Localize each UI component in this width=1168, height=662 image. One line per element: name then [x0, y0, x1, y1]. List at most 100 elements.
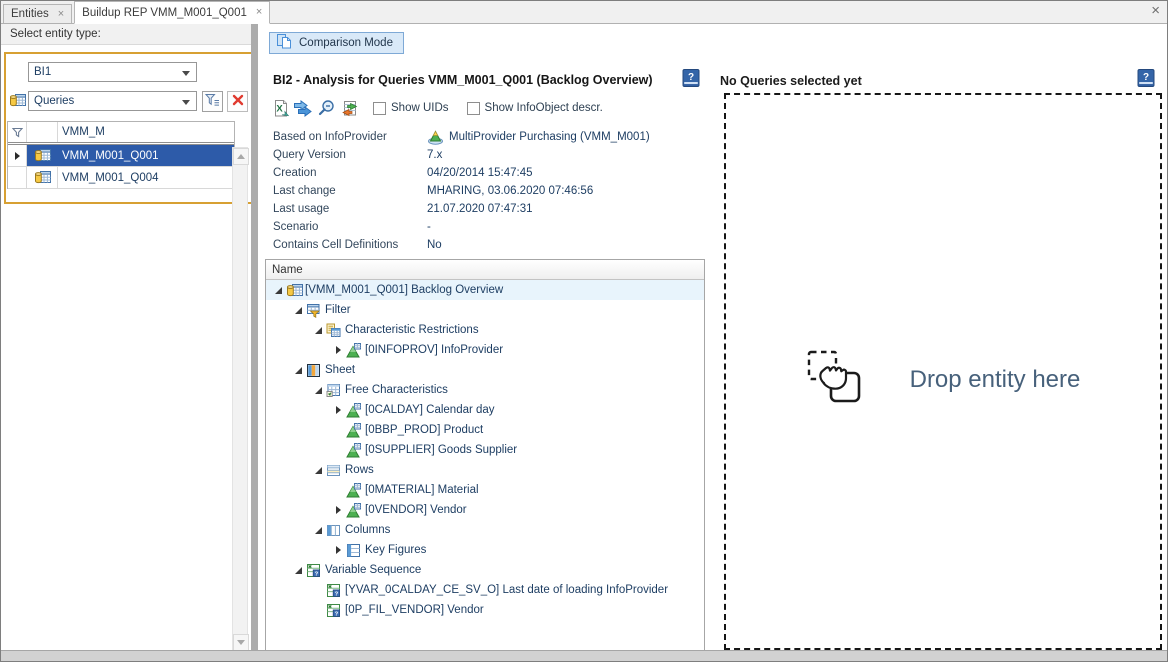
- tree-node-columns[interactable]: Columns: [266, 520, 704, 540]
- show-uids-checkbox[interactable]: [373, 102, 386, 115]
- entity-selection-highlight-box: BI1 Queries: [4, 52, 254, 204]
- drag-drop-icon: [806, 349, 870, 410]
- compare-arrows-icon[interactable]: [292, 98, 314, 118]
- select-entity-type-label: Select entity type:: [10, 28, 101, 40]
- analysis-panel: Comparison Mode BI2 - Analysis for Queri…: [258, 23, 1166, 653]
- property-label: Query Version: [273, 149, 427, 161]
- tab-label: Buildup REP VMM_M001_Q001: [82, 7, 247, 19]
- tab-close-icon[interactable]: ×: [256, 7, 262, 18]
- tree-node-sheet[interactable]: Sheet: [266, 360, 704, 380]
- tree-node-free-characteristics[interactable]: Free Characteristics: [266, 380, 704, 400]
- triangle-up-icon: [237, 154, 245, 159]
- expander-icon[interactable]: [331, 506, 346, 514]
- expander-icon[interactable]: [311, 527, 326, 534]
- scroll-down-button[interactable]: [233, 634, 249, 651]
- infoobject-icon: [346, 483, 364, 498]
- infoobject-icon: [346, 443, 364, 458]
- entity-row-label: VMM_M001_Q001: [58, 145, 234, 166]
- tree-node-label: [YVAR_0CALDAY_CE_SV_O] Last date of load…: [344, 584, 668, 596]
- help-icon[interactable]: ?: [1137, 69, 1155, 87]
- system-dropdown-value: BI1: [34, 66, 51, 78]
- expander-icon[interactable]: [291, 367, 306, 374]
- expander-icon[interactable]: [291, 307, 306, 314]
- tree-node-vendor[interactable]: [0VENDOR] Vendor: [266, 500, 704, 520]
- filter-cell[interactable]: [27, 122, 58, 142]
- svg-text:?: ?: [1143, 72, 1149, 83]
- tree-node-calday[interactable]: [0CALDAY] Calendar day: [266, 400, 704, 420]
- help-icon[interactable]: ?: [682, 69, 700, 87]
- tree-node-variable-vendor[interactable]: ? [0P_FIL_VENDOR] Vendor: [266, 600, 704, 620]
- comparison-mode-button[interactable]: Comparison Mode: [269, 32, 404, 54]
- tree-node-product[interactable]: [0BBP_PROD] Product: [266, 420, 704, 440]
- entity-row[interactable]: VMM_M001_Q004: [8, 167, 234, 189]
- expander-icon[interactable]: [331, 346, 346, 354]
- tree-node-label: [0VENDOR] Vendor: [364, 504, 467, 516]
- columns-icon: [326, 523, 344, 538]
- property-label: Last usage: [273, 203, 427, 215]
- entity-row-selected[interactable]: VMM_M001_Q001: [8, 145, 234, 167]
- tree-node-label: Variable Sequence: [324, 564, 421, 576]
- close-icon[interactable]: ×: [1151, 3, 1160, 18]
- tab-entities[interactable]: Entities ×: [3, 4, 72, 23]
- property-value: MultiProvider Purchasing (VMM_M001): [449, 131, 650, 143]
- export-excel-icon[interactable]: X: [269, 98, 291, 118]
- left-panel-scrollbar[interactable]: [232, 147, 248, 652]
- tree-node-key-figures[interactable]: Key Figures: [266, 540, 704, 560]
- tree-node-material[interactable]: [0MATERIAL] Material: [266, 480, 704, 500]
- rows-icon: [326, 463, 344, 478]
- free-characteristics-icon: [326, 383, 344, 398]
- multiprovider-icon: [427, 130, 444, 145]
- tree-node-supplier[interactable]: [0SUPPLIER] Goods Supplier: [266, 440, 704, 460]
- swap-document-icon[interactable]: [338, 98, 360, 118]
- expander-icon[interactable]: [271, 287, 286, 294]
- property-value: 7.x: [427, 149, 442, 161]
- filter-settings-button[interactable]: [202, 91, 223, 112]
- show-infoobject-descr-checkbox[interactable]: [467, 102, 480, 115]
- property-label: Contains Cell Definitions: [273, 239, 427, 251]
- zoom-out-icon[interactable]: [315, 98, 337, 118]
- query-icon: [27, 167, 58, 188]
- row-indicator-icon: [8, 145, 27, 166]
- tree-node-query[interactable]: [VMM_M001_Q001] Backlog Overview: [266, 280, 704, 300]
- drop-entity-zone[interactable]: Drop entity here: [724, 93, 1162, 650]
- tree-node-char-restrictions[interactable]: Characteristic Restrictions: [266, 320, 704, 340]
- expander-icon[interactable]: [291, 567, 306, 574]
- property-value: MHARING, 03.06.2020 07:46:56: [427, 185, 593, 197]
- entity-type-dropdown[interactable]: Queries: [28, 91, 197, 111]
- property-value: No: [427, 239, 442, 251]
- variable-icon: ?: [326, 603, 344, 618]
- tree-node-rows[interactable]: Rows: [266, 460, 704, 480]
- panel-splitter[interactable]: [251, 23, 258, 653]
- tab-close-icon[interactable]: ×: [58, 9, 64, 20]
- tree-node-label: [VMM_M001_Q001] Backlog Overview: [304, 284, 503, 296]
- analysis-title: BI2 - Analysis for Queries VMM_M001_Q001…: [273, 73, 653, 87]
- svg-text:?: ?: [335, 591, 339, 597]
- svg-text:?: ?: [315, 571, 319, 577]
- variable-icon: ?: [326, 583, 344, 598]
- system-dropdown[interactable]: BI1: [28, 62, 197, 82]
- tree-node-label: Rows: [344, 464, 374, 476]
- tree-node-filter[interactable]: Filter: [266, 300, 704, 320]
- property-value: 21.07.2020 07:47:31: [427, 203, 533, 215]
- scroll-up-button[interactable]: [233, 148, 249, 165]
- tree-column-header[interactable]: Name: [266, 260, 704, 280]
- query-structure-tree: Name [VMM_M001_Q001] Backlog Ove: [265, 259, 705, 651]
- tree-node-variable-yvar[interactable]: ? [YVAR_0CALDAY_CE_SV_O] Last date of lo…: [266, 580, 704, 600]
- expander-icon[interactable]: [311, 387, 326, 394]
- tab-bar: Entities × Buildup REP VMM_M001_Q001 × ×: [1, 1, 1167, 24]
- query-icon: [286, 283, 304, 298]
- comparison-pages-icon: [276, 33, 293, 53]
- property-label: Last change: [273, 185, 427, 197]
- expander-icon[interactable]: [331, 406, 346, 414]
- red-x-icon: [232, 94, 244, 109]
- expander-icon[interactable]: [311, 467, 326, 474]
- tree-node-variable-sequence[interactable]: ? Variable Sequence: [266, 560, 704, 580]
- variable-icon: ?: [306, 563, 324, 578]
- expander-icon[interactable]: [311, 327, 326, 334]
- grid-filter-row[interactable]: VMM_M: [8, 122, 234, 143]
- expander-icon[interactable]: [331, 546, 346, 554]
- clear-filter-button[interactable]: [227, 91, 248, 112]
- tree-node-infoprovider[interactable]: [0INFOPROV] InfoProvider: [266, 340, 704, 360]
- filter-row-input[interactable]: VMM_M: [58, 122, 234, 142]
- tab-buildup-rep[interactable]: Buildup REP VMM_M001_Q001 ×: [74, 1, 270, 24]
